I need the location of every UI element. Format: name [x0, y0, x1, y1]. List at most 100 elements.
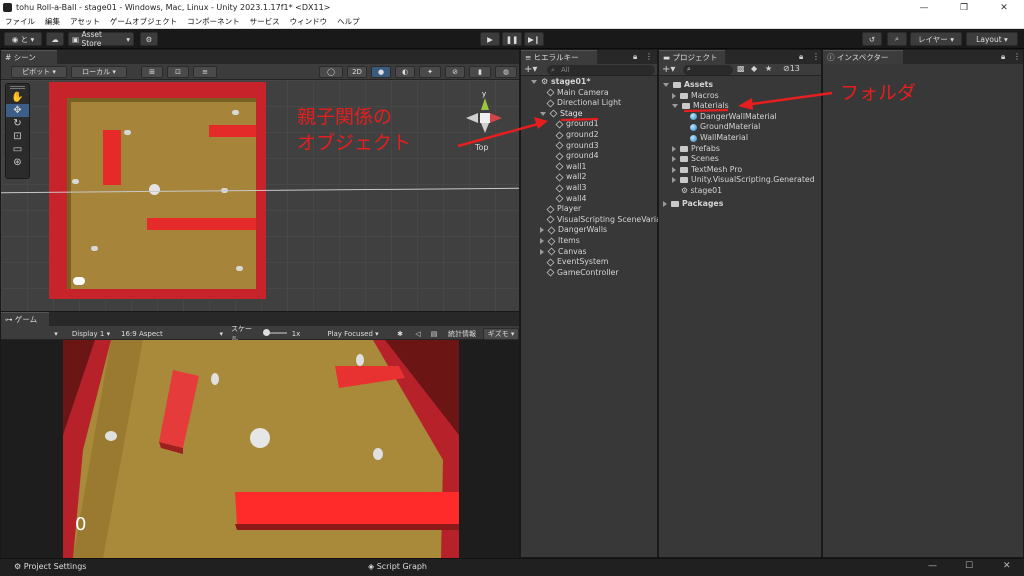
material-asset-item[interactable]: WallMaterial [681, 133, 748, 144]
asset-store-button[interactable]: ▣ Asset Store ▾ [68, 30, 134, 48]
window-max-icon[interactable]: ☐ [965, 561, 973, 571]
transform-tool-icon[interactable]: ⊛ [6, 156, 29, 169]
tab-game[interactable]: ⊶ ゲーム [1, 312, 49, 326]
scene-viewport[interactable]: ✋ ✥ ↻ ⊡ ▭ ⊛ y Top [1, 80, 519, 311]
menu-component[interactable]: コンポーネント [187, 16, 240, 27]
hierarchy-item[interactable]: GameController [540, 268, 619, 279]
menu-window[interactable]: ウィンドウ [290, 16, 328, 27]
tab-scene[interactable]: # シーン [1, 50, 57, 64]
menu-help[interactable]: ヘルプ [337, 16, 360, 27]
kebab-menu-icon[interactable]: ⋮ [1013, 52, 1021, 61]
hierarchy-item[interactable]: Main Camera [540, 88, 609, 99]
aspect-dropdown[interactable]: 16:9 Aspect ▾ [119, 328, 225, 340]
create-button[interactable]: +▾ [524, 64, 537, 75]
scene-asset-item[interactable]: ⚙ stage01 [672, 186, 722, 197]
orientation-gizmo[interactable]: y Top [461, 88, 511, 158]
pause-button[interactable]: ❚❚ [502, 32, 522, 46]
close-button[interactable]: ✕ [984, 0, 1024, 15]
audio-toggle[interactable]: ◐ [395, 66, 415, 78]
lock-icon[interactable]: 🔒︎ [1001, 52, 1005, 62]
rotate-tool-icon[interactable]: ↻ [6, 117, 29, 130]
collapse-arrow-icon[interactable] [540, 248, 544, 255]
hierarchy-item[interactable]: VisualScripting SceneVariables [540, 215, 658, 226]
hierarchy-item[interactable]: ground4 [549, 151, 599, 162]
material-asset-item[interactable]: DangerWallMaterial [681, 112, 777, 123]
hierarchy-item[interactable]: Directional Light [540, 98, 621, 109]
project-settings-window[interactable]: ⚙ Project Settings [14, 562, 86, 571]
folder-item[interactable]: Assets [663, 80, 713, 91]
display-dropdown[interactable]: Display 1 ▾ [65, 328, 117, 340]
hierarchy-item[interactable]: EventSystem [540, 257, 608, 268]
menu-services[interactable]: サービス [250, 16, 280, 27]
hierarchy-search-input[interactable]: ⌕ All [547, 65, 655, 75]
local-dropdown[interactable]: ローカル ▾ [71, 66, 127, 78]
collapse-arrow-icon[interactable] [540, 227, 544, 234]
menu-file[interactable]: ファイル [5, 16, 35, 27]
minimize-button[interactable]: — [904, 0, 944, 15]
hierarchy-item[interactable]: ground2 [549, 130, 599, 141]
package-button[interactable]: ⚙ [140, 32, 158, 46]
cloud-button[interactable]: ☁ [46, 32, 64, 46]
label-filter-icon[interactable]: ◆ [751, 64, 757, 73]
account-dropdown[interactable]: ◉ と ▾ [4, 32, 42, 46]
draw-mode-dropdown[interactable]: ◯ [319, 66, 343, 78]
palette-handle[interactable] [10, 86, 25, 89]
history-button[interactable]: ↺ [862, 32, 882, 46]
folder-item[interactable]: Macros [672, 91, 719, 102]
hierarchy-item[interactable]: wall2 [549, 172, 586, 183]
menu-gameobject[interactable]: ゲームオブジェクト [110, 16, 177, 27]
gizmos-dropdown-game[interactable]: ギズモ ▾ [483, 328, 519, 340]
window-min-icon[interactable]: — [928, 561, 937, 571]
create-asset-button[interactable]: +▾ [662, 64, 675, 75]
step-button[interactable]: ▶❙ [524, 32, 544, 46]
expand-arrow-icon[interactable] [672, 104, 678, 109]
expand-arrow-icon[interactable] [531, 80, 537, 84]
kebab-menu-icon[interactable]: ⋮ [645, 52, 653, 61]
expand-arrow-icon[interactable] [663, 83, 669, 87]
folder-item[interactable]: Unity.VisualScripting.Generated [672, 175, 815, 186]
audio-mute-icon[interactable]: ◁ [411, 328, 425, 340]
layout-dropdown[interactable]: Layout ▾ [966, 32, 1018, 46]
window-close-icon[interactable]: ✕ [1003, 561, 1011, 571]
visibility-toggle[interactable]: ⊘ [445, 66, 465, 78]
expand-arrow-icon[interactable] [540, 111, 546, 116]
project-search-input[interactable]: ⌕ [683, 65, 733, 75]
scene-root-item[interactable]: ⚙ stage01* [531, 77, 590, 88]
scale-slider[interactable] [263, 329, 287, 336]
hierarchy-item[interactable]: Player [540, 204, 581, 215]
search-button[interactable]: ⌕ [887, 32, 907, 46]
gizmos-dropdown[interactable]: ◍ [495, 66, 517, 78]
script-graph-window[interactable]: ◈ Script Graph [368, 562, 427, 571]
game-view[interactable]: 0 [63, 340, 459, 558]
increment-snap-button[interactable]: ⊡ [167, 66, 189, 78]
collapse-arrow-icon[interactable] [672, 92, 676, 99]
star-filter-icon[interactable]: ★ [765, 64, 772, 73]
lock-icon[interactable]: 🔒︎ [633, 52, 637, 62]
pivot-dropdown[interactable]: ピボット ▾ [11, 66, 67, 78]
rect-tool-icon[interactable]: ▭ [6, 143, 29, 156]
hierarchy-item[interactable]: ground3 [549, 141, 599, 152]
effects-dropdown[interactable]: ✦ [419, 66, 441, 78]
collapse-arrow-icon[interactable] [663, 200, 667, 207]
hidden-packages-toggle[interactable]: ⊘13 [783, 64, 800, 73]
collapse-arrow-icon[interactable] [672, 145, 676, 152]
maximize-button[interactable]: ❐ [944, 0, 984, 15]
hierarchy-item[interactable]: Canvas [540, 247, 587, 258]
tab-inspector[interactable]: ⓘ インスペクター [823, 50, 903, 64]
kebab-menu-icon[interactable]: ⋮ [812, 52, 820, 61]
menu-edit[interactable]: 編集 [45, 16, 60, 27]
align-button[interactable]: ≡ [193, 66, 217, 78]
folder-item[interactable]: TextMesh Pro [672, 165, 742, 176]
hierarchy-item[interactable]: wall1 [549, 162, 586, 173]
scale-slider-thumb[interactable] [263, 329, 270, 336]
layers-dropdown[interactable]: レイヤー ▾ [910, 32, 962, 46]
menu-assets[interactable]: アセット [70, 16, 100, 27]
hierarchy-item[interactable]: wall3 [549, 183, 586, 194]
hierarchy-item[interactable]: wall4 [549, 194, 586, 205]
hierarchy-item[interactable]: Stage [540, 109, 583, 120]
play-button[interactable]: ▶ [480, 32, 500, 46]
bug-icon[interactable]: ✱ [393, 328, 407, 340]
grid-snap-button[interactable]: ⊞ [141, 66, 163, 78]
tab-hierarchy[interactable]: ≡ ヒエラルキー [521, 50, 597, 64]
lighting-toggle[interactable]: ● [371, 66, 391, 78]
